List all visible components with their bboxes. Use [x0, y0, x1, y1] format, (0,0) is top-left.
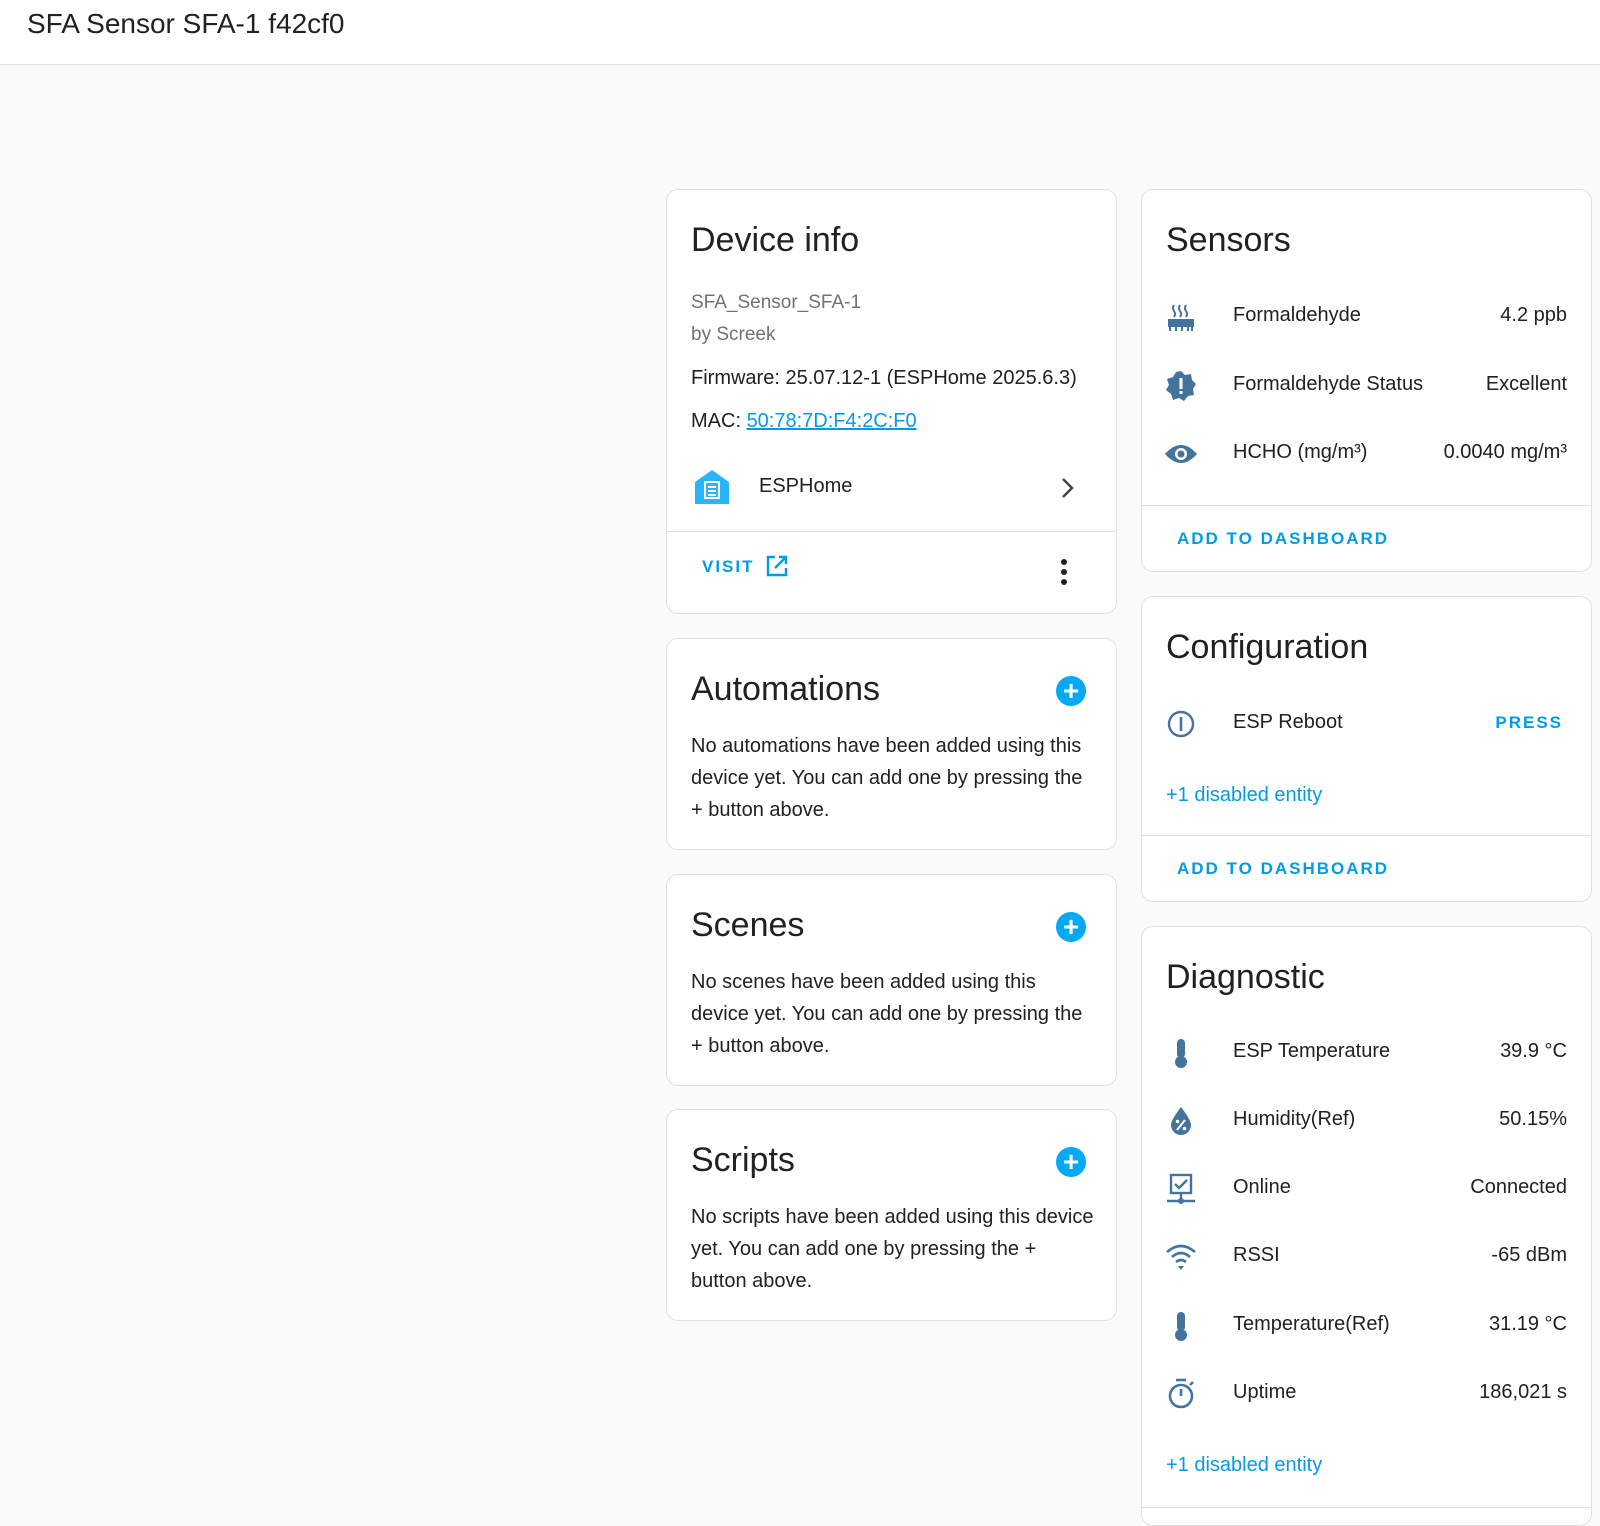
config-row-esp-reboot: ESP Reboot PRESS — [1142, 703, 1591, 743]
water-percent-icon — [1164, 1104, 1198, 1138]
add-scene-button[interactable]: + — [1056, 912, 1086, 942]
page-title: SFA Sensor SFA-1 f42cf0 — [27, 8, 345, 39]
mac-link[interactable]: 50:78:7D:F4:2C:F0 — [747, 410, 917, 432]
eye-icon — [1164, 437, 1198, 471]
automations-empty-text: No automations have been added using thi… — [691, 735, 1083, 821]
thermometer-icon — [1164, 1309, 1198, 1343]
configuration-title: Configuration — [1166, 628, 1369, 666]
sensor-label: Formaldehyde — [1233, 304, 1361, 326]
press-button[interactable]: PRESS — [1495, 713, 1563, 733]
device-model: SFA_Sensor_SFA-1 — [691, 292, 862, 313]
configuration-divider — [1142, 835, 1591, 836]
config-label: ESP Reboot — [1233, 711, 1343, 733]
diag-value: 50.15% — [1499, 1108, 1567, 1130]
diag-value: Connected — [1470, 1176, 1567, 1198]
config-disabled-entity-link[interactable]: +1 disabled entity — [1166, 784, 1322, 807]
diag-row-temperature-ref[interactable]: Temperature(Ref) 31.19 °C — [1142, 1305, 1591, 1345]
diag-row-rssi[interactable]: RSSI -65 dBm — [1142, 1236, 1591, 1276]
timer-icon — [1164, 1377, 1198, 1411]
sensor-row-hcho[interactable]: HCHO (mg/m³) 0.0040 mg/m³ — [1142, 433, 1591, 473]
diag-row-uptime[interactable]: Uptime 186,021 s — [1142, 1373, 1591, 1413]
radiator-icon — [1164, 300, 1198, 334]
sensor-value: 0.0040 mg/m³ — [1443, 441, 1567, 463]
sensor-value: Excellent — [1485, 373, 1567, 395]
device-info-title: Device info — [691, 221, 860, 259]
alert-decagram-icon — [1164, 369, 1198, 403]
diag-disabled-entity-link[interactable]: +1 disabled entity — [1166, 1454, 1322, 1477]
sensors-card: Sensors Formaldehyde 4.2 ppb Formaldehyd… — [1141, 189, 1592, 572]
diag-value: 31.19 °C — [1488, 1313, 1567, 1335]
sensors-add-to-dashboard-button[interactable]: ADD TO DASHBOARD — [1177, 529, 1389, 549]
device-firmware: Firmware: 25.07.12-1 (ESPHome 2025.6.3) — [691, 367, 1077, 389]
configuration-card: Configuration ESP Reboot PRESS +1 disabl… — [1141, 596, 1592, 902]
device-info-card: Device info SFA_Sensor_SFA-1 by Screek F… — [666, 189, 1117, 614]
scenes-card: Scenes + No scenes have been added using… — [666, 874, 1117, 1086]
top-app-bar: SFA Sensor SFA-1 f42cf0 — [0, 0, 1600, 65]
sensors-divider — [1142, 505, 1591, 506]
scenes-title: Scenes — [691, 906, 805, 944]
diag-label: Uptime — [1233, 1381, 1297, 1403]
diag-value: 186,021 s — [1479, 1381, 1567, 1403]
diag-label: ESP Temperature — [1233, 1040, 1391, 1062]
device-mac: MAC: 50:78:7D:F4:2C:F0 — [691, 410, 917, 433]
add-script-button[interactable]: + — [1056, 1147, 1086, 1177]
scripts-empty-text: No scripts have been added using this de… — [691, 1206, 1094, 1292]
wifi-icon — [1164, 1240, 1198, 1274]
diag-value: -65 dBm — [1491, 1244, 1567, 1266]
automations-card: Automations + No automations have been a… — [666, 638, 1117, 850]
sensors-title: Sensors — [1166, 221, 1291, 259]
esphome-house-icon — [693, 468, 731, 511]
diag-row-esp-temperature[interactable]: ESP Temperature 39.9 °C — [1142, 1032, 1591, 1072]
diagnostic-card: Diagnostic ESP Temperature 39.9 °C Humid… — [1141, 926, 1592, 1526]
sensor-row-formaldehyde[interactable]: Formaldehyde 4.2 ppb — [1142, 296, 1591, 336]
mac-label: MAC: — [691, 410, 747, 432]
chevron-right-icon — [1058, 474, 1078, 507]
sensor-value: 4.2 ppb — [1500, 304, 1567, 326]
diag-label: RSSI — [1233, 1244, 1280, 1266]
scenes-empty-text: No scenes have been added using this dev… — [691, 971, 1083, 1057]
sensor-row-formaldehyde-status[interactable]: Formaldehyde Status Excellent — [1142, 365, 1591, 405]
scripts-title: Scripts — [691, 1141, 795, 1179]
sensor-label: Formaldehyde Status — [1233, 373, 1424, 395]
sensor-label: HCHO (mg/m³) — [1233, 441, 1368, 463]
add-automation-button[interactable]: + — [1056, 676, 1086, 706]
open-in-new-icon — [764, 553, 790, 584]
diag-value: 39.9 °C — [1500, 1040, 1567, 1062]
diag-label: Humidity(Ref) — [1233, 1108, 1356, 1130]
integration-row[interactable]: ESPHome — [667, 460, 1116, 518]
diagnostic-title: Diagnostic — [1166, 958, 1325, 996]
diagnostic-divider — [1142, 1507, 1591, 1508]
diag-label: Online — [1233, 1176, 1291, 1198]
network-check-icon — [1164, 1172, 1198, 1206]
diag-row-online[interactable]: Online Connected — [1142, 1168, 1591, 1208]
more-options-icon[interactable] — [1060, 557, 1068, 587]
power-icon — [1164, 707, 1198, 741]
device-manufacturer: by Screek — [691, 324, 776, 345]
visit-label: VISIT — [702, 557, 755, 576]
integration-name: ESPHome — [759, 475, 853, 497]
thermometer-icon — [1164, 1036, 1198, 1070]
scripts-card: Scripts + No scripts have been added usi… — [666, 1109, 1117, 1321]
diag-label: Temperature(Ref) — [1233, 1313, 1390, 1335]
diag-row-humidity[interactable]: Humidity(Ref) 50.15% — [1142, 1100, 1591, 1140]
automations-title: Automations — [691, 670, 880, 708]
config-add-to-dashboard-button[interactable]: ADD TO DASHBOARD — [1177, 859, 1389, 879]
device-info-divider — [667, 531, 1116, 532]
